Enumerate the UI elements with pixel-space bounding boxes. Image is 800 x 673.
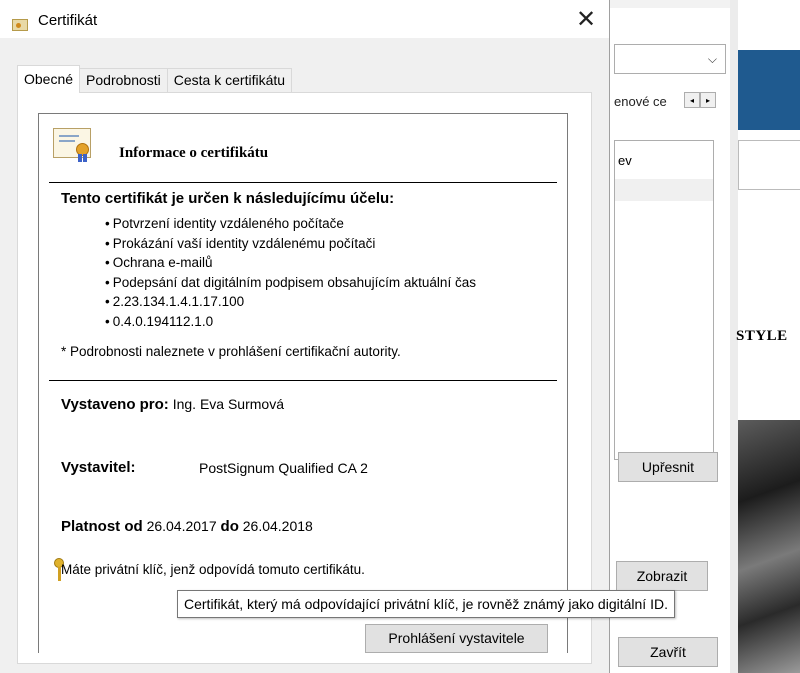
dialog-title: Certifikát xyxy=(38,12,98,29)
info-heading: Informace o certifikátu xyxy=(119,145,269,161)
tab-bar: Obecné Podrobnosti Cesta k certifikátu xyxy=(17,65,293,93)
divider xyxy=(49,182,557,183)
background-list[interactable]: ev xyxy=(614,140,714,460)
background-dropdown[interactable]: ⌵ xyxy=(614,44,726,74)
background-tab-partial[interactable]: enové ce xyxy=(614,94,667,109)
chevron-down-icon: ⌵ xyxy=(707,52,717,66)
background-window: ⌵ enové ce ◂ ▸ ev Upřesnit Zobrazit Zavř… xyxy=(608,0,800,673)
tab-general[interactable]: Obecné xyxy=(17,65,81,93)
issuer-row: Vystavitel: PostSignum Qualified CA 2 xyxy=(61,459,368,476)
certificate-icon xyxy=(12,19,28,31)
validity-row: Platnost od 26.04.2017 do 26.04.2018 xyxy=(61,518,313,535)
certificate-info-icon xyxy=(53,128,91,162)
issuer-value: PostSignum Qualified CA 2 xyxy=(199,460,368,476)
zavrit-button[interactable]: Zavřít xyxy=(618,637,718,667)
list-item: 0.4.0.194112.1.0 xyxy=(105,312,476,332)
upresnit-button[interactable]: Upřesnit xyxy=(618,452,718,482)
validity-from-label: Platnost od xyxy=(61,518,143,535)
background-tab-scroll[interactable]: ◂ ▸ xyxy=(684,92,716,108)
validity-to-label: do xyxy=(220,518,239,535)
zobrazit-button[interactable]: Zobrazit xyxy=(616,561,708,591)
arrow-left-icon[interactable]: ◂ xyxy=(684,92,700,108)
background-style-text: STYLE xyxy=(736,328,788,344)
list-item: Podepsání dat digitálním podpisem obsahu… xyxy=(105,273,476,293)
close-icon[interactable]: ✕ xyxy=(571,6,601,34)
background-topbar xyxy=(608,0,738,8)
tab-certification-path[interactable]: Cesta k certifikátu xyxy=(166,68,293,92)
purpose-title: Tento certifikát je určen k následujícím… xyxy=(61,190,395,207)
validity-to-value: 26.04.2018 xyxy=(242,518,313,534)
tooltip: Certifikát, který má odpovídající privát… xyxy=(177,590,675,618)
issuer-label: Vystavitel: xyxy=(61,459,136,476)
certificate-info-box: Informace o certifikátu Tento certifikát… xyxy=(38,113,568,653)
issued-to-value: Ing. Eva Surmová xyxy=(172,396,284,412)
background-photo xyxy=(738,420,800,673)
tab-details[interactable]: Podrobnosti xyxy=(79,68,168,92)
background-list-selected-row[interactable] xyxy=(615,179,713,201)
issuer-statement-button[interactable]: Prohlášení vystavitele xyxy=(365,624,548,653)
cps-note: * Podrobnosti naleznete v prohlášení cer… xyxy=(61,344,401,359)
purpose-list: Potvrzení identity vzdáleného počítače P… xyxy=(105,214,476,331)
list-item: 2.23.134.1.4.1.17.100 xyxy=(105,292,476,312)
certificate-dialog: Certifikát ✕ Obecné Podrobnosti Cesta k … xyxy=(0,0,610,673)
list-item: Potvrzení identity vzdáleného počítače xyxy=(105,214,476,234)
issued-to-row: Vystaveno pro: Ing. Eva Surmová xyxy=(61,396,284,413)
private-key-text: Máte privátní klíč, jenž odpovídá tomuto… xyxy=(61,562,365,577)
validity-from-value: 26.04.2017 xyxy=(146,518,217,534)
background-field[interactable] xyxy=(738,140,800,190)
title-bar[interactable]: Certifikát ✕ xyxy=(0,0,609,38)
arrow-right-icon[interactable]: ▸ xyxy=(700,92,716,108)
background-banner xyxy=(738,50,800,130)
issued-to-label: Vystaveno pro: xyxy=(61,396,169,413)
background-list-item[interactable]: ev xyxy=(618,153,632,168)
divider xyxy=(49,380,557,381)
general-tab-panel: Informace o certifikátu Tento certifikát… xyxy=(17,92,592,664)
list-item: Ochrana e-mailů xyxy=(105,253,476,273)
list-item: Prokázání vaší identity vzdálenému počít… xyxy=(105,234,476,254)
